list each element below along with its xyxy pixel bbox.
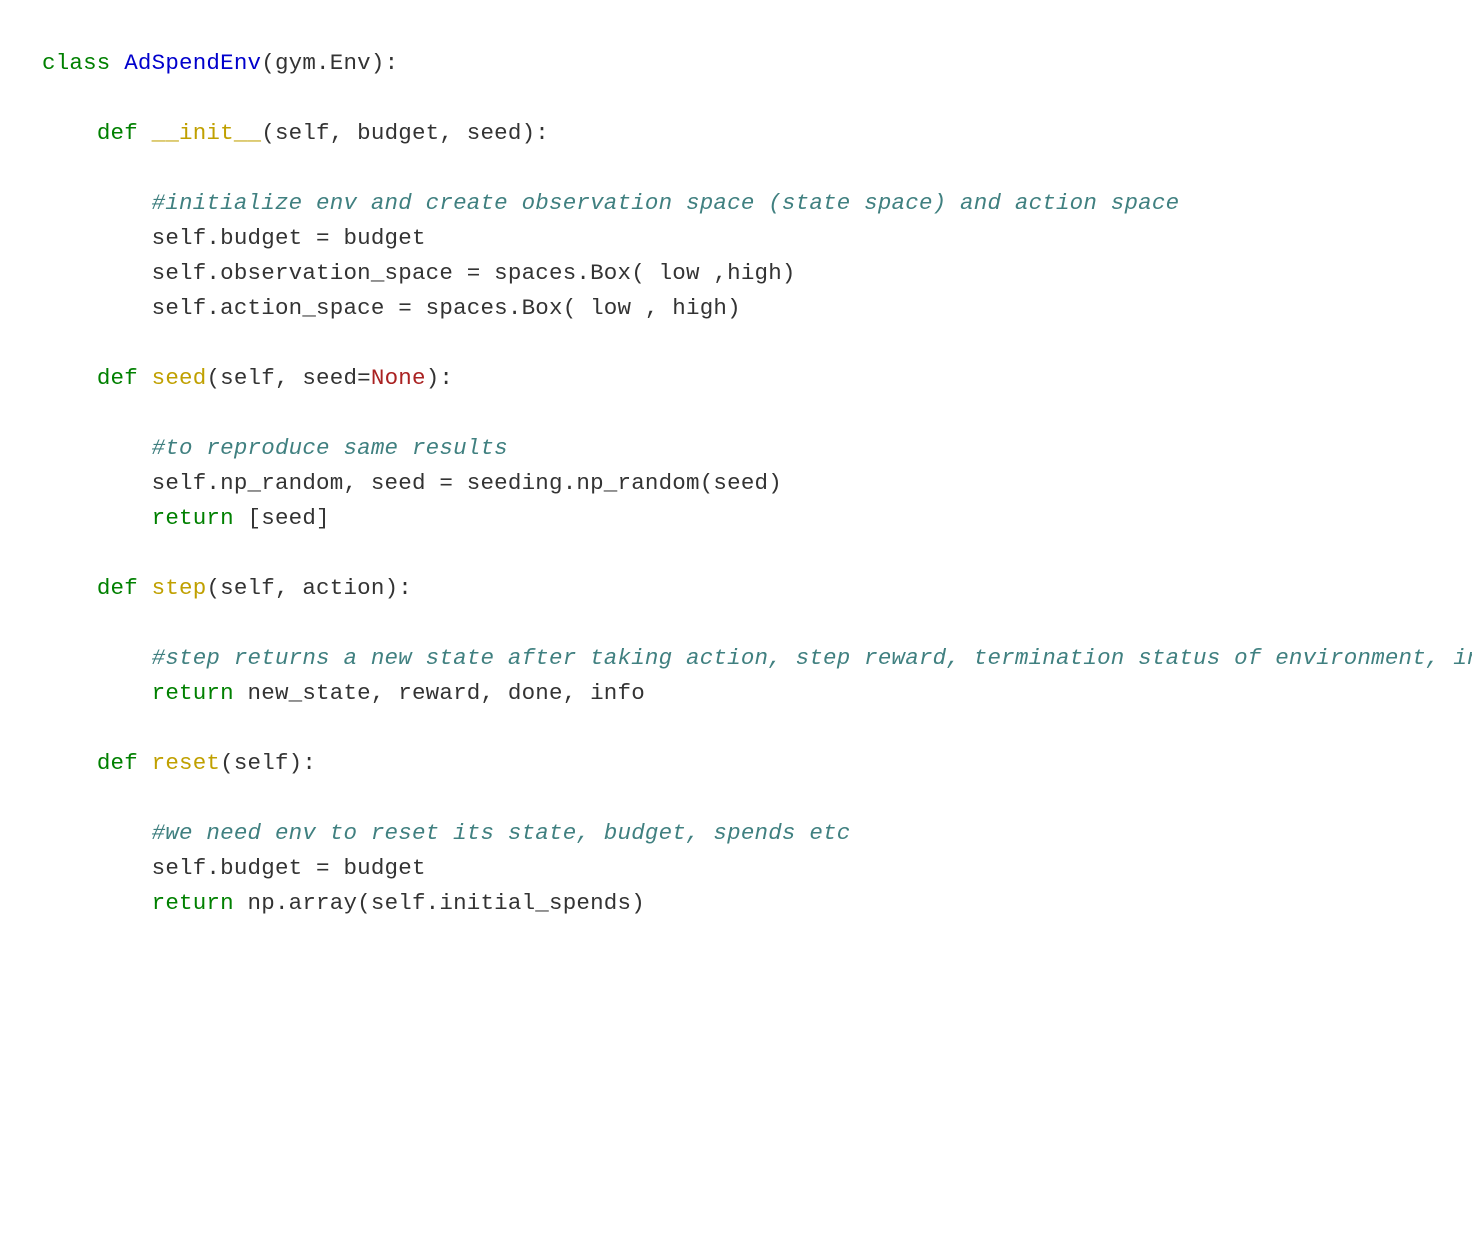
code-text: np.array(self.initial_spends) xyxy=(234,890,645,916)
code-line: return np.array(self.initial_spends) xyxy=(42,890,645,916)
indent xyxy=(42,470,152,496)
func-name: step xyxy=(152,575,207,601)
code-line: def __init__(self, budget, seed): xyxy=(42,120,549,146)
keyword-def: def xyxy=(97,750,138,776)
indent xyxy=(42,365,97,391)
indent xyxy=(42,260,152,286)
code-text: (gym.Env): xyxy=(261,50,398,76)
code-line: return new_state, reward, done, info xyxy=(42,680,645,706)
comment: #initialize env and create observation s… xyxy=(152,190,1180,216)
code-line: class AdSpendEnv(gym.Env): xyxy=(42,50,398,76)
comment: #to reproduce same results xyxy=(152,435,508,461)
code-text: (self, action): xyxy=(206,575,412,601)
code-line: #initialize env and create observation s… xyxy=(42,190,1179,216)
indent xyxy=(42,680,152,706)
code-text: self.action_space = spaces.Box( low , hi… xyxy=(152,295,741,321)
func-name: seed xyxy=(152,365,207,391)
code-line: self.budget = budget xyxy=(42,855,426,881)
space xyxy=(138,365,152,391)
code-line: def reset(self): xyxy=(42,750,316,776)
indent xyxy=(42,435,152,461)
keyword-def: def xyxy=(97,365,138,391)
func-name: reset xyxy=(152,750,221,776)
code-text: (self, seed= xyxy=(206,365,370,391)
keyword-return: return xyxy=(152,890,234,916)
func-name: __init__ xyxy=(152,120,262,146)
indent xyxy=(42,225,152,251)
code-block: class AdSpendEnv(gym.Env): def __init__(… xyxy=(0,0,1472,967)
keyword-return: return xyxy=(152,505,234,531)
indent xyxy=(42,855,152,881)
indent xyxy=(42,295,152,321)
space xyxy=(138,750,152,776)
indent xyxy=(42,120,97,146)
constant-none: None xyxy=(371,365,426,391)
comment: #we need env to reset its state, budget,… xyxy=(152,820,851,846)
indent xyxy=(42,190,152,216)
code-line: #we need env to reset its state, budget,… xyxy=(42,820,850,846)
code-text: new_state, reward, done, info xyxy=(234,680,645,706)
space xyxy=(138,575,152,601)
space xyxy=(138,120,152,146)
code-line: def seed(self, seed=None): xyxy=(42,365,453,391)
code-line: self.np_random, seed = seeding.np_random… xyxy=(42,470,782,496)
indent xyxy=(42,820,152,846)
comment: #step returns a new state after taking a… xyxy=(152,645,1472,671)
code-line: #to reproduce same results xyxy=(42,435,508,461)
indent xyxy=(42,505,152,531)
code-line: #step returns a new state after taking a… xyxy=(42,645,1472,671)
keyword-class: class xyxy=(42,50,111,76)
indent xyxy=(42,575,97,601)
indent xyxy=(42,750,97,776)
code-text: self.budget = budget xyxy=(152,225,426,251)
class-name: AdSpendEnv xyxy=(124,50,261,76)
code-line: def step(self, action): xyxy=(42,575,412,601)
code-line: self.observation_space = spaces.Box( low… xyxy=(42,260,796,286)
space xyxy=(111,50,125,76)
keyword-def: def xyxy=(97,120,138,146)
indent xyxy=(42,645,152,671)
code-text: [seed] xyxy=(234,505,330,531)
code-text: self.observation_space = spaces.Box( low… xyxy=(152,260,796,286)
code-line: self.action_space = spaces.Box( low , hi… xyxy=(42,295,741,321)
code-text: self.np_random, seed = seeding.np_random… xyxy=(152,470,782,496)
keyword-return: return xyxy=(152,680,234,706)
code-text: self.budget = budget xyxy=(152,855,426,881)
code-line: return [seed] xyxy=(42,505,330,531)
code-text: (self): xyxy=(220,750,316,776)
code-text: ): xyxy=(426,365,453,391)
code-text: (self, budget, seed): xyxy=(261,120,549,146)
indent xyxy=(42,890,152,916)
code-line: self.budget = budget xyxy=(42,225,426,251)
keyword-def: def xyxy=(97,575,138,601)
